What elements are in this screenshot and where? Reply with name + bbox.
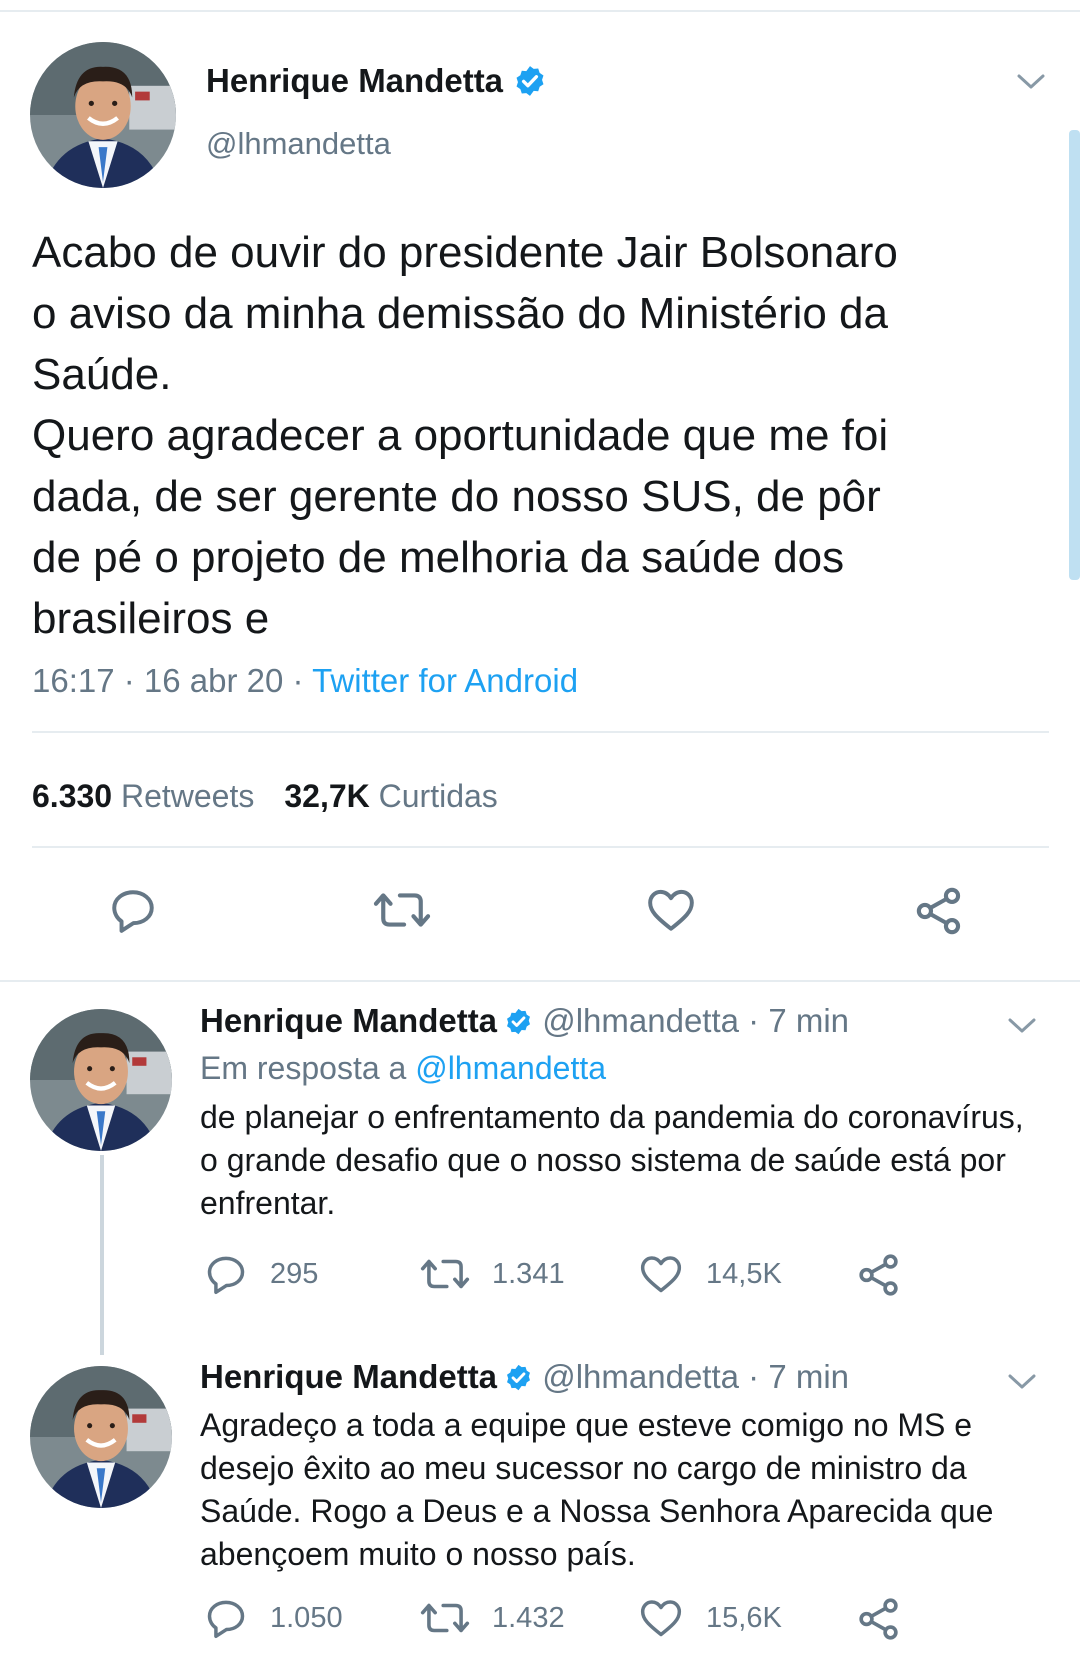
chevron-down-icon[interactable] <box>1007 1016 1037 1036</box>
reply-header: Henrique Mandetta @lhmandetta · 7 min <box>200 1358 849 1396</box>
author-name[interactable]: Henrique Mandetta <box>200 1002 497 1039</box>
profile-photo <box>30 1366 172 1508</box>
tweet-text: Agradeço a toda a equipe que esteve comi… <box>200 1407 994 1572</box>
like-icon <box>638 1252 684 1296</box>
verified-badge-icon <box>504 1363 533 1392</box>
reply-to-handle[interactable]: @lhmandetta <box>415 1050 606 1086</box>
share-button[interactable] <box>913 885 965 937</box>
profile-photo <box>30 42 176 188</box>
share-icon <box>913 885 965 937</box>
retweets-count: 6.330 <box>32 778 113 814</box>
retweet-count: 1.341 <box>492 1257 565 1290</box>
reply-button[interactable] <box>108 885 158 935</box>
author-name-row[interactable]: Henrique Mandetta <box>206 62 547 100</box>
reply-icon <box>204 1252 248 1296</box>
author-name[interactable]: Henrique Mandetta <box>206 62 503 100</box>
reply-icon <box>204 1596 248 1640</box>
reply-button[interactable]: 1.050 <box>204 1596 343 1640</box>
author-handle[interactable]: @lhmandetta <box>206 126 391 162</box>
reply-header: Henrique Mandetta @lhmandetta · 7 min <box>200 1002 849 1040</box>
divider <box>32 846 1049 848</box>
like-icon <box>645 885 697 935</box>
retweet-button[interactable] <box>372 885 432 935</box>
reply-icon <box>108 885 158 935</box>
profile-photo <box>30 1009 172 1151</box>
divider <box>32 731 1049 733</box>
reply-to-prefix: Em resposta a <box>200 1050 416 1086</box>
verified-badge-icon <box>513 64 547 98</box>
tweet-text: Acabo de ouvir do presidente Jair Bolson… <box>32 228 898 643</box>
tweet-text: de planejar o enfrentamento da pandemia … <box>200 1099 1024 1221</box>
author-name[interactable]: Henrique Mandetta <box>200 1358 497 1395</box>
likes-count: 32,7K <box>284 778 370 814</box>
like-button[interactable]: 15,6K <box>638 1596 782 1640</box>
likes-label: Curtidas <box>378 778 498 814</box>
reply-context: Em resposta a @lhmandetta <box>200 1050 606 1087</box>
retweet-button[interactable]: 1.432 <box>420 1596 565 1640</box>
share-button[interactable] <box>856 1596 924 1642</box>
author-handle[interactable]: @lhmandetta <box>542 1002 739 1039</box>
avatar[interactable] <box>30 1009 172 1151</box>
retweets-stat[interactable]: 6.330 Retweets <box>32 778 254 814</box>
share-icon <box>856 1596 902 1642</box>
tweet-meta: 16:17 · 16 abr 20 · Twitter for Android <box>32 662 578 700</box>
verified-badge-icon <box>504 1007 533 1036</box>
tweet-stats: 6.330 Retweets 32,7K Curtidas <box>32 778 498 815</box>
chevron-down-icon[interactable] <box>1007 1372 1037 1392</box>
author-handle[interactable]: @lhmandetta <box>542 1358 739 1395</box>
like-count: 15,6K <box>706 1601 782 1634</box>
likes-stat[interactable]: 32,7K Curtidas <box>284 778 497 814</box>
section-divider <box>0 980 1080 982</box>
tweet-timestamp[interactable]: 16:17 · 16 abr 20 · <box>32 662 312 699</box>
retweets-label: Retweets <box>120 778 255 814</box>
avatar[interactable] <box>30 1366 172 1508</box>
like-count: 14,5K <box>706 1257 782 1290</box>
tweet-source[interactable]: Twitter for Android <box>312 662 578 699</box>
retweet-button[interactable]: 1.341 <box>420 1252 565 1296</box>
main-tweet: Henrique Mandetta @lhmandetta Acabo de o… <box>0 0 1080 983</box>
reply-button[interactable]: 295 <box>204 1252 318 1296</box>
retweet-count: 1.432 <box>492 1601 565 1634</box>
like-button[interactable]: 14,5K <box>638 1252 782 1296</box>
avatar[interactable] <box>30 42 176 188</box>
reply-count: 1.050 <box>270 1601 343 1634</box>
like-button[interactable] <box>645 885 697 935</box>
retweet-icon <box>372 885 432 935</box>
share-button[interactable] <box>856 1252 924 1298</box>
share-icon <box>856 1252 902 1298</box>
reply-count: 295 <box>270 1257 319 1290</box>
tweet-time: · 7 min <box>739 1358 850 1395</box>
tweet-time: · 7 min <box>739 1002 850 1039</box>
like-icon <box>638 1596 684 1640</box>
retweet-icon <box>420 1596 470 1640</box>
retweet-icon <box>420 1252 470 1296</box>
chevron-down-icon[interactable] <box>1016 72 1046 92</box>
thread-connector <box>100 1155 104 1355</box>
